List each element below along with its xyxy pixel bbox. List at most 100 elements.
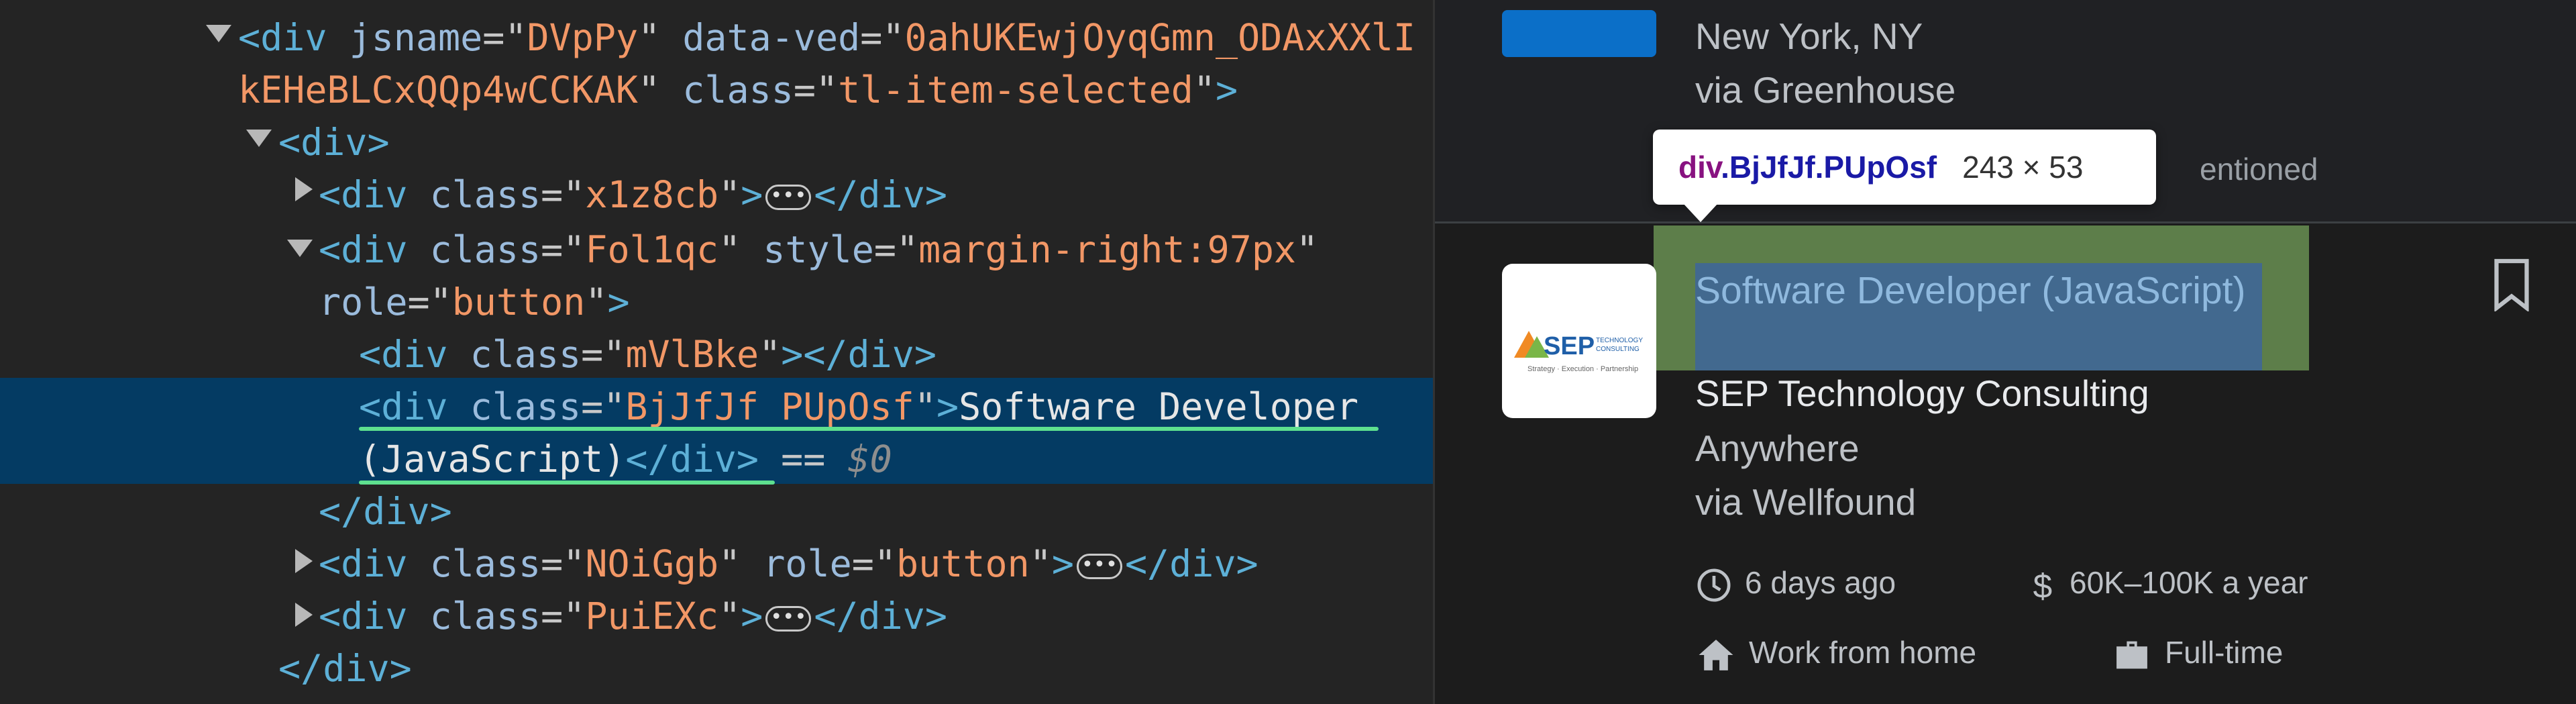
dom-token: <div (359, 333, 470, 376)
collapse-triangle-icon[interactable] (295, 177, 313, 201)
dom-tree-line[interactable]: <div class="x1z8cb"> ••• </div> (319, 168, 1433, 221)
dom-tree-line[interactable]: <div> (278, 116, 1433, 168)
dom-token: =" (541, 542, 586, 585)
dom-token: " (718, 595, 741, 638)
dom-token: <div (359, 385, 470, 428)
dom-token: =" (581, 385, 626, 428)
job-source: via Greenhouse (1695, 69, 1956, 111)
briefcase-icon (2116, 641, 2147, 669)
dom-token: ></div> (781, 333, 936, 376)
dom-tree-line[interactable]: </div> (278, 642, 1433, 695)
dom-token: > (741, 173, 763, 216)
dom-token: class (682, 68, 794, 111)
salary-chip: $60K–100K a year (2031, 562, 2308, 605)
dom-token: > (741, 595, 763, 638)
dom-token: </div> (625, 438, 759, 481)
dom-token: class (429, 595, 541, 638)
dom-token: == (759, 438, 848, 481)
collapse-triangle-icon[interactable] (295, 603, 313, 627)
dom-token: <div (319, 228, 430, 271)
dollar-icon: $ (2033, 567, 2053, 605)
dom-tree-line[interactable]: </div> (319, 485, 1433, 538)
tooltip-element: div (1678, 150, 1721, 185)
dom-tree-line[interactable]: <div class="Fol1qc" style="margin-right:… (319, 223, 1433, 276)
dom-token: button (451, 281, 586, 323)
collapse-triangle-icon[interactable] (295, 549, 313, 573)
dom-token: =" (541, 595, 586, 638)
job-card-selected[interactable]: SEP TECHNOLOGY CONSULTING Strategy · Exe… (1435, 225, 2576, 704)
dom-token: " (718, 173, 741, 216)
dom-tree-line[interactable]: <div class="mVlBke"></div> (359, 328, 1433, 381)
dom-token: data-ved (682, 16, 861, 59)
tooltip-classes: .BjJfJf.PUpOsf (1721, 150, 1937, 185)
dom-token: </div> (814, 173, 948, 216)
job-mentioned-text: entioned (2200, 152, 2318, 187)
dom-token: 0ahUKEwjOyqGmn_ODAxXXlI (904, 16, 1416, 59)
dom-tree-line[interactable]: <div class="BjJfJf PUpOsf">Software Deve… (359, 381, 1433, 433)
dom-token: =" (851, 542, 896, 585)
job-location: New York, NY (1695, 15, 1923, 57)
dom-token: > (1216, 68, 1238, 111)
dom-tree-line[interactable]: <div class="NOiGgb" role="button"> ••• </d… (319, 538, 1433, 590)
dom-token: kEHeBLCxQQp4wCCKAK (238, 68, 639, 111)
dom-token: style (763, 228, 874, 271)
svg-text:$: $ (2033, 567, 2053, 604)
dom-tree-line[interactable]: <div class="PuiEXc"> ••• </div> (319, 590, 1433, 642)
posted-text: 6 days ago (1745, 565, 1896, 600)
tooltip-arrow (1683, 203, 1718, 222)
dom-token: " (718, 228, 763, 271)
posted-chip: 6 days ago (1695, 562, 1896, 604)
job-source: via Wellfound (1695, 481, 1917, 523)
company-name: SEP Technology Consulting (1695, 372, 2149, 414)
dom-token: > (607, 281, 630, 323)
dom-token: " (1296, 228, 1319, 271)
dom-token: Software Developer (959, 385, 1359, 428)
salary-text: 60K–100K a year (2070, 565, 2308, 600)
ellipsis-icon[interactable]: ••• (765, 605, 812, 632)
dom-token: =" (482, 16, 527, 59)
dom-token: class (470, 385, 582, 428)
dom-token: </div> (319, 490, 452, 533)
company-logo (1502, 10, 1656, 57)
web-page-view: New York, NY via Greenhouse entioned SEP… (1433, 0, 2576, 704)
tooltip-size: 243 × 53 (1962, 150, 2084, 185)
expand-triangle-icon[interactable] (206, 25, 231, 42)
dom-token: =" (860, 16, 905, 59)
dom-tree-line[interactable]: role="button"> (319, 276, 1433, 328)
ellipsis-icon[interactable]: ••• (1076, 553, 1122, 579)
ellipsis-icon[interactable]: ••• (765, 184, 812, 210)
dom-token: class (429, 542, 541, 585)
dom-token: " (585, 281, 608, 323)
dom-token: x1z8cb (585, 173, 719, 216)
dom-token: <div (319, 173, 430, 216)
dom-token: " (638, 68, 683, 111)
dom-token: <div (319, 595, 430, 638)
dom-token: " (1193, 68, 1216, 111)
bookmark-icon[interactable] (2491, 258, 2532, 311)
expand-triangle-icon[interactable] (287, 240, 313, 257)
dom-token: </div> (1124, 542, 1258, 585)
dom-token: " (718, 542, 763, 585)
dom-token: DVpPy (527, 16, 639, 59)
job-location: Anywhere (1695, 428, 1860, 469)
work-type-chip: Work from home (1695, 632, 1976, 674)
dom-tree-line[interactable]: <div jsname="DVpPy" data-ved="0ahUKEwjOy… (238, 11, 1433, 64)
dom-tree-line[interactable]: (JavaScript)</div> == $0 (359, 433, 1433, 485)
schedule-text: Full-time (2165, 635, 2284, 670)
expand-triangle-icon[interactable] (246, 130, 272, 147)
dom-token: =" (541, 228, 586, 271)
dom-token: role (319, 281, 408, 323)
dom-token: <div (319, 542, 430, 585)
dom-token: jsname (349, 16, 483, 59)
dom-token: =" (793, 68, 839, 111)
dom-token: =" (407, 281, 452, 323)
dom-tree-line[interactable]: kEHeBLCxQQp4wCCKAK" class="tl-item-selec… (238, 64, 1433, 116)
job-title[interactable]: Software Developer (JavaScript) (1695, 263, 2286, 318)
clock-icon (1697, 568, 1731, 602)
dom-token: PuiEXc (585, 595, 719, 638)
dom-token: class (470, 333, 582, 376)
dom-token: margin-right:97px (918, 228, 1297, 271)
dom-token: > (1051, 542, 1074, 585)
dom-token: =" (541, 173, 586, 216)
dom-token: (JavaScript) (359, 438, 626, 481)
